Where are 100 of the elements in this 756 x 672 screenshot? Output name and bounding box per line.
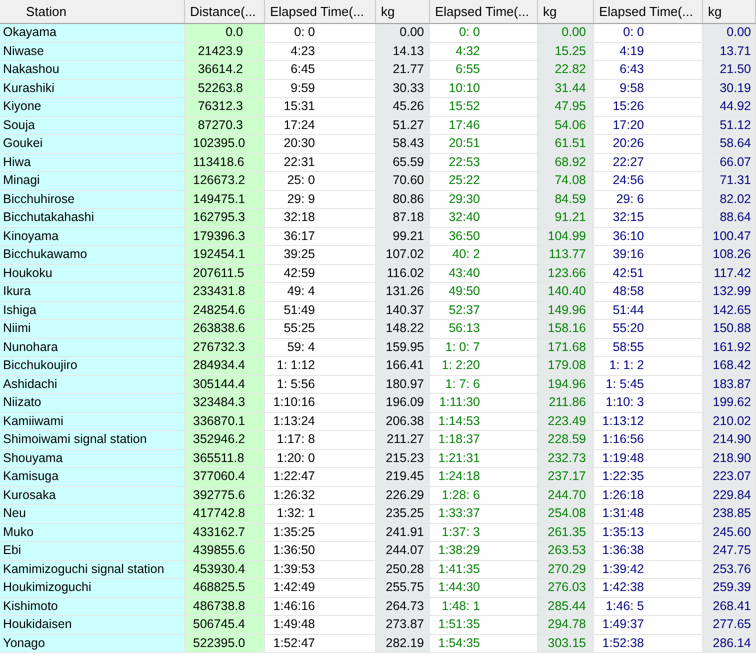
table-cell-text: 149.96 [546,302,586,319]
table-cell-text: 0.00 [560,24,586,42]
table-cell-text: 4:19 [618,42,645,60]
table-cell-text: 305144.4 [193,376,243,393]
table-cell-text: 228.59 [546,431,586,448]
table-cell-text: 276732.3 [193,338,243,356]
table-cell-text: 247.75 [712,542,751,560]
table-cell-text: 58:55 [612,338,645,356]
table-cell-text: 377060.4 [193,468,243,486]
table-cell-text: 54.06 [554,116,586,134]
table-cell-text: 179.08 [546,357,586,374]
table-cell-text: 199.62 [712,394,751,412]
table-cell-text: 1:14:53 [437,412,481,430]
table-cell-text: 1:26:32 [272,486,316,504]
table-cell-text: 1:26:18 [601,486,645,504]
table-cell-text: 1:16:56 [601,431,645,448]
table-cell-text: 1:39:42 [601,560,645,578]
table-cell-text: 1:51:35 [437,616,481,634]
table-cell-text: 439855.6 [193,542,243,560]
table-cell-text: 210.02 [712,412,751,430]
table-cell-text: 180.97 [384,376,424,393]
column-header[interactable]: Station [0,0,185,23]
table-cell-text: 1:20: 0 [276,450,316,467]
table-cell-text: 1: 5:45 [604,376,645,393]
table-cell-text: 76312.3 [196,98,243,116]
table-cell-text: 285.44 [546,598,586,615]
table-cell-text: 148.22 [384,320,424,338]
table-cell-text: 161.92 [712,338,751,356]
table-cell-text: 39:25 [282,246,316,264]
column-header[interactable]: kg [703,0,756,23]
table-cell-text: 87.18 [392,209,424,226]
column-header[interactable]: kg [376,0,430,23]
table-cell-text: Ebi [3,542,22,560]
table-cell-text: 238.85 [712,505,751,522]
table-cell-text: Niizato [3,394,42,412]
table-cell-text: 15:26 [612,98,645,116]
table-cell-text: Bicchukoujiro [3,357,78,374]
table-cell-text: 25: 0 [286,172,316,190]
table-cell-text: 218.90 [712,450,751,467]
table-cell-text: 1:48: 1 [440,598,481,615]
table-cell-text: 365511.8 [193,450,243,467]
table-cell-text: 13.71 [718,42,751,60]
table-cell-text: 142.65 [712,302,751,319]
table-cell-text: 1:10: 3 [604,394,645,412]
table-cell-text: 17:24 [282,116,316,134]
table-cell-text: 49: 4 [286,283,316,300]
table-cell-text: 44.92 [718,98,751,116]
table-cell-text: 219.45 [384,468,424,486]
table-cell-text: Yonago [3,634,45,652]
table-cell-text: 0.00 [398,24,424,42]
table-cell-text: 58.43 [392,135,424,152]
table-cell-text: 226.29 [384,486,424,504]
table-cell-text: 183.87 [712,376,751,393]
table-cell-text: 244.70 [546,486,586,504]
table-cell-text: 21.50 [718,61,751,78]
table-cell-text: 52263.8 [196,80,243,97]
table-cell-text: 51.27 [392,116,424,134]
table-cell-text: 241.91 [384,524,424,541]
table-cell-text: 1: 2:20 [440,357,481,374]
table-cell-text: 49:50 [448,283,481,300]
table-cell-text: 1:19:48 [601,450,645,467]
column-header[interactable]: Elapsed Time(... [265,0,376,23]
table-cell-text: 1:17: 8 [276,431,316,448]
table-cell-text: 9:58 [618,80,645,97]
table-cell-text: 61.51 [554,135,586,152]
table-cell-text: 21423.9 [196,42,243,60]
table-cell-text: 486738.8 [193,598,243,615]
column-header[interactable]: Elapsed Time(... [594,0,703,23]
column-header[interactable]: Distance(... [185,0,265,23]
table-cell-text: 132.99 [712,283,751,300]
table-cell-text: 254.08 [546,505,586,522]
column-header[interactable]: Elapsed Time(... [430,0,538,23]
table-cell-text: 392775.6 [193,486,243,504]
table-cell-text: 102395.0 [193,135,243,152]
table-cell-text: Houkoku [3,264,52,282]
table-cell-text: 229.84 [712,486,751,504]
table-cell-text: 1:10:16 [272,394,316,412]
table-cell-text: 52:37 [448,302,481,319]
table-cell-text: 48:58 [612,283,645,300]
table-cell-text: 55:20 [612,320,645,338]
table-cell-text: Shimoiwami signal station [3,431,147,448]
table-cell-text: 282.19 [384,634,424,652]
table-cell-text: 0.0 [224,24,243,42]
table-cell-text: 1:49:48 [272,616,316,634]
table-cell-text: 36:10 [612,228,645,245]
table-cell-text: 20:30 [282,135,316,152]
table-cell-text: 70.60 [392,172,424,190]
table-cell-text: 65.59 [392,154,424,171]
table-cell-text: 117.42 [712,264,751,282]
table-cell-text: 15:52 [448,98,481,116]
table-cell-text: 51:49 [282,302,316,319]
table-cell-text: 158.16 [546,320,586,338]
table-cell-text: 1: 5:56 [276,376,316,393]
table-cell-text: 250.28 [384,560,424,578]
table-cell-text: 1:52:47 [272,634,316,652]
table-cell-text: 30.33 [392,80,424,97]
table-cell-text: 159.95 [384,338,424,356]
column-header[interactable]: kg [538,0,594,23]
table-cell-text: Kishimoto [3,598,58,615]
table-cell-text: 1:54:35 [437,634,481,652]
